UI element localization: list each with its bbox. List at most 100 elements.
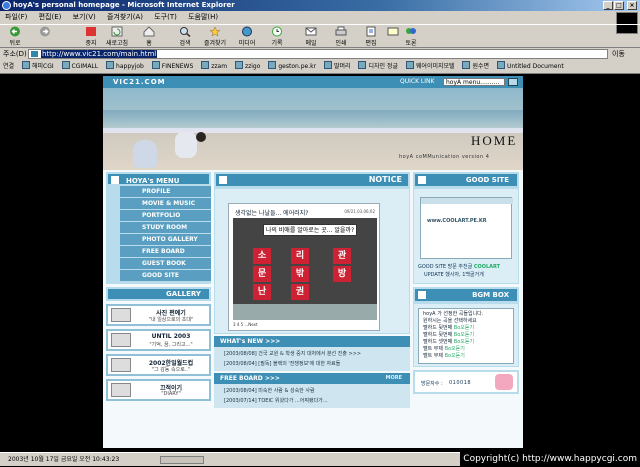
quick-link-select[interactable]: hoyA menu..........: [443, 78, 505, 86]
page-viewport: VIC21.COM QUICK LINK hoyA menu..........…: [0, 74, 640, 452]
notice-post[interactable]: 생각없는 나날들... 에어러지? 09/21.03.06:02 나의 비애를 …: [228, 203, 380, 331]
link-item[interactable]: CGIMALL: [62, 63, 99, 70]
list-item[interactable]: [2003/08/04] 미숙한 사람 & 성숙한 사람: [224, 386, 404, 396]
list-item[interactable]: [2003/07/14] TOEIC 위왔다가 ...어찌됐다가...: [224, 396, 404, 406]
menu-edit[interactable]: 편집(E): [39, 13, 62, 21]
sea-image: [103, 110, 523, 130]
print-button[interactable]: 인쇄: [328, 26, 354, 47]
address-input[interactable]: http://www.vic21.com/main.html: [28, 49, 608, 59]
promo-diary[interactable]: 끄적이기 "DIARY": [106, 379, 211, 401]
bgm-track[interactable]: 멜트 무제 Bo오듣기: [419, 353, 513, 360]
back-arrow-icon: [10, 26, 20, 37]
menu-item-guest-book[interactable]: GUEST BOOK: [120, 258, 211, 270]
child-figure-image: [133, 140, 157, 168]
list-item[interactable]: [2003/08/08] 건국 교원 & 학생 중지 대처에서 분선 진출 >>…: [224, 349, 404, 359]
hero-banner: HOME hoyA coMMunication version 4: [103, 88, 523, 170]
stop-button[interactable]: 중지: [78, 26, 104, 47]
messenger-button[interactable]: 토론: [398, 26, 424, 47]
list-item[interactable]: [2003/08/04] [필독] 블랙의 '전쟁정보'에 대한 자료들: [224, 359, 404, 369]
sign-character: 난: [253, 284, 271, 300]
promo-until-2003[interactable]: UNTIL 2003 "기억, 꿈, 그리고...": [106, 329, 211, 351]
photo-street-image: [233, 304, 377, 320]
bgm-intro: 원하시는 곡을 선택하세요: [423, 318, 477, 324]
menu-bar: 파일(F) 편집(E) 보기(V) 즐겨찾기(A) 도구(T) 도움말(H): [0, 11, 640, 23]
more-link[interactable]: MORE: [386, 373, 403, 384]
menu-tools[interactable]: 도구(T): [154, 13, 177, 21]
ie-logo-icon: [2, 1, 11, 10]
menu-view[interactable]: 보기(V): [73, 13, 96, 21]
link-item[interactable]: 디자인 정글: [358, 63, 398, 70]
bgm-list: hoyA 가 선정한 곡들입니다. 원하시는 곡을 선택하세요 멜하드 뒷번째 …: [418, 308, 514, 364]
history-icon: [272, 26, 282, 37]
menu-favorites[interactable]: 즐겨찾기(A): [107, 13, 143, 21]
search-icon: [180, 27, 191, 37]
good-site-caption: GOOD SITE 방문 추천글 COOLART: [418, 264, 501, 270]
go-button[interactable]: 이동: [612, 48, 625, 60]
sign-character: 리: [291, 248, 309, 264]
flower-icon: [495, 374, 513, 390]
menu-item-study-room[interactable]: STUDY ROOM: [120, 222, 211, 234]
close-button[interactable]: ×: [627, 1, 637, 10]
menu-item-free-board[interactable]: FREE BOARD: [120, 246, 211, 258]
link-item[interactable]: happyjob: [106, 63, 144, 70]
promo-worldcup[interactable]: 2002한일월드컵 "그 감동 속으로..": [106, 354, 211, 376]
media-button[interactable]: 미디어: [234, 26, 260, 47]
promo-subtitle: "내 일상으로의 초대": [148, 317, 194, 323]
menu-item-portfolio[interactable]: PORTFOLIO: [120, 210, 211, 222]
link-item[interactable]: 웨어이미지모텔: [406, 63, 455, 70]
home-button[interactable]: 홈: [136, 26, 162, 47]
menu-file[interactable]: 파일(F): [5, 13, 27, 21]
notice-post-date: 09/21.03.06:02: [344, 209, 375, 214]
menu-item-movie-music[interactable]: MOVIE & MUSIC: [120, 198, 211, 210]
link-item[interactable]: 해피CGI: [22, 63, 54, 70]
link-item[interactable]: FINENEWS: [152, 63, 194, 70]
sign-character: 관: [333, 248, 351, 264]
maximize-button[interactable]: □: [614, 1, 624, 10]
site-logo[interactable]: VIC21.COM: [113, 76, 166, 88]
link-item[interactable]: 딸머리: [324, 63, 351, 70]
quick-link-go-button[interactable]: [508, 78, 518, 86]
camera-icon: [111, 308, 131, 322]
mail-icon: [305, 27, 317, 36]
refresh-button[interactable]: 새로고침: [104, 26, 130, 47]
sign-character: 권: [291, 284, 309, 300]
history-button[interactable]: 기록: [264, 26, 290, 47]
hero-title: HOME: [471, 133, 518, 148]
favorites-button[interactable]: 즐겨찾기: [202, 26, 228, 47]
mail-button[interactable]: 메일: [298, 26, 324, 47]
bgm-box-title: BGM BOX: [413, 287, 519, 303]
gallery-button[interactable]: GALLERY: [106, 287, 211, 301]
back-button[interactable]: 뒤로: [2, 26, 28, 47]
notice-post-title[interactable]: 생각없는 나날들... 에어러지?: [235, 208, 308, 217]
promo-title: UNTIL 2003: [151, 333, 191, 340]
notice-pagination[interactable]: 3 4 5 ...Next: [233, 322, 258, 327]
link-item[interactable]: zzigo: [235, 63, 260, 70]
bgm-track[interactable]: 멜하드 뒷번째 Bo오듣기: [419, 332, 513, 339]
link-item[interactable]: 원수면: [462, 63, 489, 70]
menu-item-good-site[interactable]: GOOD SITE: [120, 270, 211, 282]
free-board-title: FREE BOARD >>> MORE: [214, 373, 410, 384]
status-progress-pane: [160, 456, 204, 464]
link-item[interactable]: Untitled Document: [497, 63, 564, 70]
sign-character: 밖: [291, 266, 309, 282]
forward-button[interactable]: [32, 26, 58, 38]
link-item[interactable]: zzam: [201, 63, 227, 70]
bgm-track[interactable]: 멜하드 셋번째 Bo오듣기: [419, 339, 513, 346]
sign-character: 문: [253, 266, 271, 282]
sign-character: 소: [253, 248, 271, 264]
good-site-update: UPDATE 했사자, 1백골거게: [424, 272, 484, 278]
bgm-track[interactable]: 멜하드 뒷번째 Bo오듣기: [419, 325, 513, 332]
bgm-panel: hoyA 가 선정한 곡들입니다. 원하시는 곡을 선택하세요 멜하드 뒷번째 …: [413, 303, 519, 367]
promo-photo-diary[interactable]: 사진 편예기 "내 일상으로의 초대": [106, 304, 211, 326]
visitor-count: 010018: [449, 380, 472, 386]
link-item[interactable]: geston.pe.kr: [268, 63, 316, 70]
menu-help[interactable]: 도움말(H): [188, 13, 218, 21]
minimize-button[interactable]: _: [603, 1, 613, 10]
search-button[interactable]: 검색: [172, 26, 198, 47]
bgm-intro: hoyA 가 선정한 곡들입니다.: [423, 311, 484, 317]
address-bar: 주소(D) http://www.vic21.com/main.html 이동: [0, 48, 640, 60]
menu-item-photo-gallery[interactable]: PHOTO GALLERY: [120, 234, 211, 246]
bgm-track[interactable]: 멜트 무제 Bo오듣기: [419, 346, 513, 353]
good-site-title: GOOD SITE: [413, 172, 519, 188]
good-site-thumbnail[interactable]: www.COOLART.PE.KR: [420, 197, 513, 259]
